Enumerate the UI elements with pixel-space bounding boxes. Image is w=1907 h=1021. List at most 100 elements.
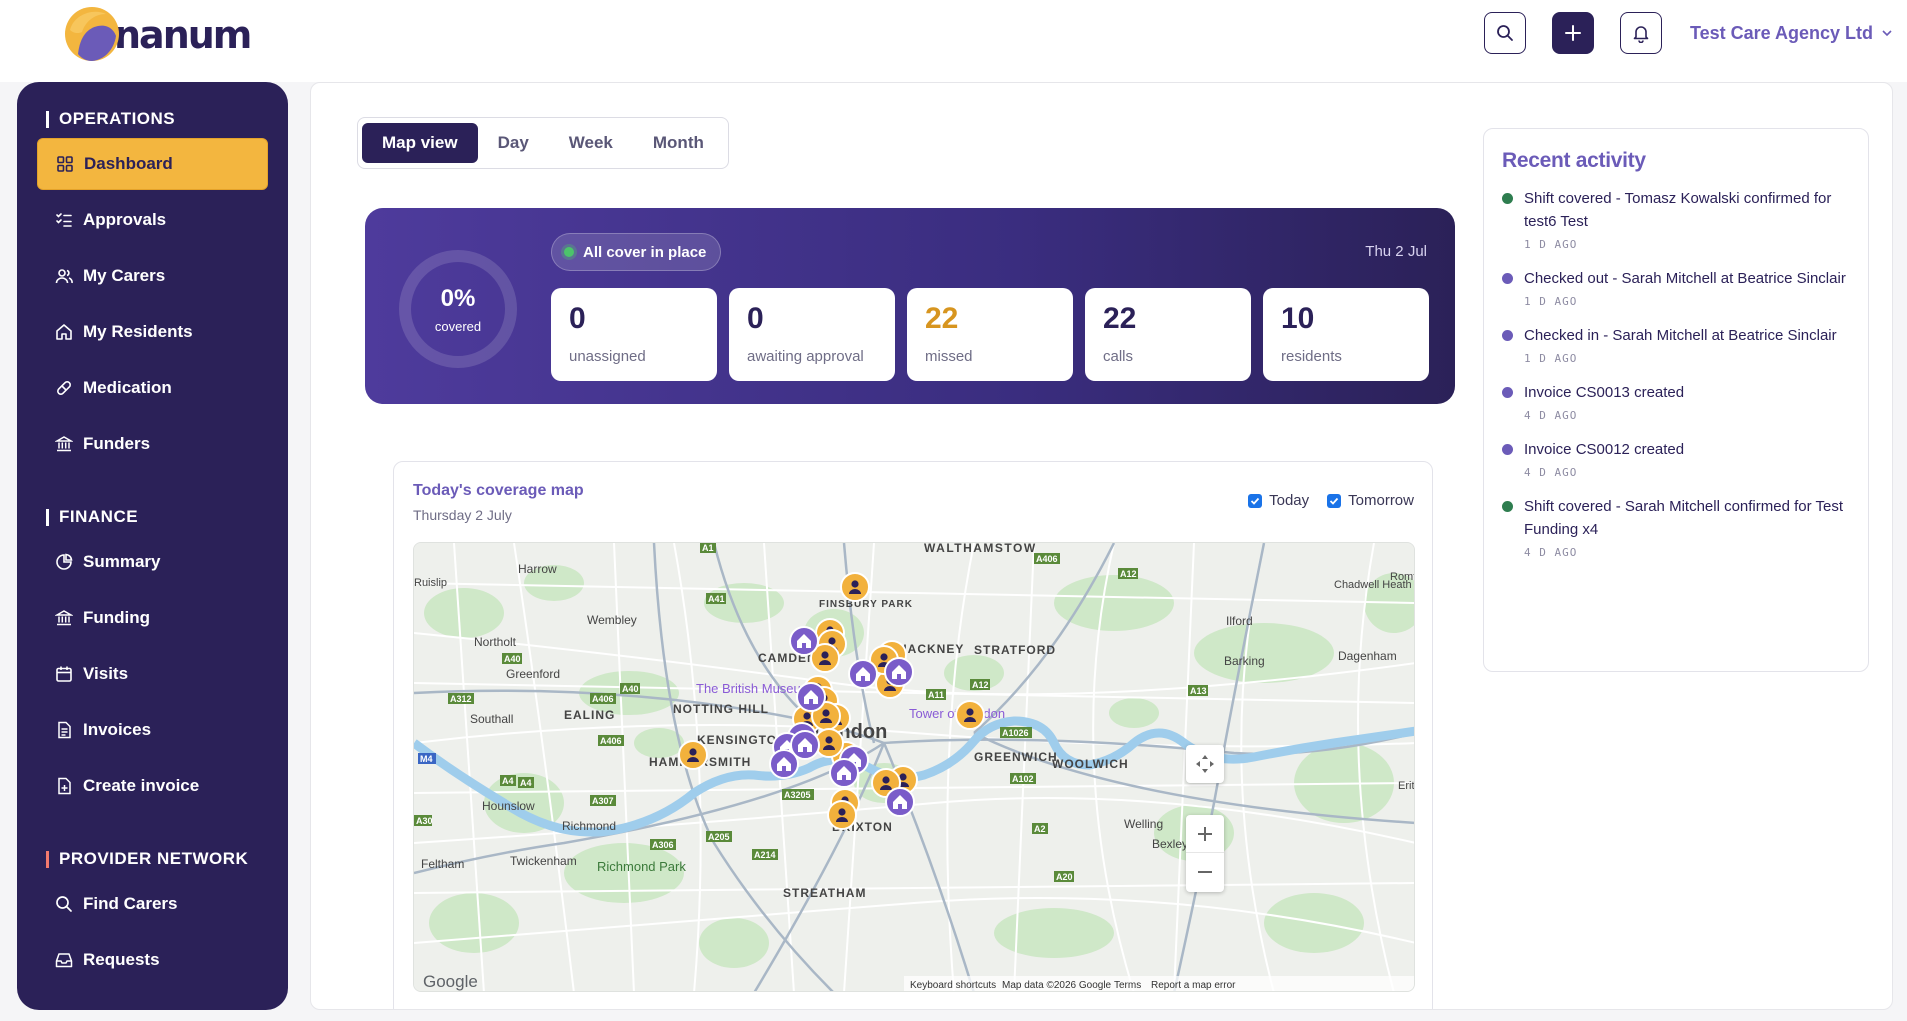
logo-mark-icon: [64, 6, 120, 62]
sidebar-item-funding[interactable]: Funding: [37, 592, 268, 644]
svg-text:Dagenham: Dagenham: [1338, 649, 1397, 663]
carer-marker[interactable]: [678, 740, 708, 770]
sidebar-item-requests[interactable]: Requests: [37, 934, 268, 986]
document-icon: [58, 721, 71, 739]
tab-map-view[interactable]: Map view: [362, 123, 478, 163]
coverage-summary: 0% covered All cover in place Thu 2 Jul …: [365, 208, 1455, 404]
svg-text:WOOLWICH: WOOLWICH: [1052, 757, 1129, 771]
sidebar-item-medication[interactable]: Medication: [37, 362, 268, 414]
stat-missed[interactable]: 22 missed: [907, 288, 1073, 381]
fullscreen-button[interactable]: [1186, 745, 1224, 783]
svg-text:Northolt: Northolt: [474, 635, 517, 649]
svg-text:Romford: Romford: [1390, 571, 1415, 583]
stat-residents[interactable]: 10 residents: [1263, 288, 1429, 381]
sidebar-item-visits[interactable]: Visits: [37, 648, 268, 700]
resident-marker[interactable]: [885, 787, 915, 817]
coverage-map-card: Today's coverage map Thursday 2 July Tod…: [393, 461, 1433, 1009]
carer-marker[interactable]: [827, 800, 857, 830]
carer-marker[interactable]: [955, 700, 985, 730]
resident-marker[interactable]: [790, 730, 820, 760]
svg-text:Terms: Terms: [1114, 980, 1141, 991]
sidebar-item-funders[interactable]: Funders: [37, 418, 268, 470]
svg-text:Erith: Erith: [1398, 780, 1415, 792]
sidebar-item-invoices[interactable]: Invoices: [37, 704, 268, 756]
tab-month[interactable]: Month: [633, 123, 724, 163]
svg-text:A13: A13: [1190, 686, 1207, 696]
svg-text:Ruislip: Ruislip: [414, 577, 447, 589]
svg-text:A1026: A1026: [1002, 728, 1029, 738]
map-canvas[interactable]: WALTHAMSTOW Harrow Chadwell Heath FINSBU…: [414, 543, 1415, 992]
stat-calls[interactable]: 22 calls: [1085, 288, 1251, 381]
zoom-control: [1186, 815, 1224, 892]
sidebar-item-find-carers[interactable]: Find Carers: [37, 878, 268, 930]
document-plus-icon: [58, 777, 71, 795]
sidebar-item-create-invoice[interactable]: Create invoice: [37, 760, 268, 812]
topbar: nanum Test Care Agency Ltd: [0, 0, 1907, 82]
stat-awaiting-approval[interactable]: 0 awaiting approval: [729, 288, 895, 381]
bank-icon: [55, 610, 73, 626]
checkbox-checked-icon[interactable]: [1327, 493, 1342, 508]
filter-today[interactable]: Today: [1248, 492, 1309, 509]
resident-marker[interactable]: [884, 657, 914, 687]
status-dot-icon: [564, 247, 574, 257]
activity-item[interactable]: Invoice CS0012 created 4 D AGO: [1502, 438, 1850, 479]
resident-marker[interactable]: [796, 682, 826, 712]
activity-item[interactable]: Shift covered - Sarah Mitchell confirmed…: [1502, 495, 1850, 559]
svg-text:Twickenham: Twickenham: [510, 854, 577, 868]
svg-text:A41: A41: [708, 594, 725, 604]
recent-activity-panel: Recent activity Shift covered - Tomasz K…: [1483, 128, 1869, 672]
resident-marker[interactable]: [848, 659, 878, 689]
zoom-out-button[interactable]: [1186, 853, 1224, 891]
activity-item[interactable]: Invoice CS0013 created 4 D AGO: [1502, 381, 1850, 422]
resident-marker[interactable]: [829, 758, 859, 788]
stat-unassigned[interactable]: 0 unassigned: [551, 288, 717, 381]
checkbox-checked-icon[interactable]: [1248, 493, 1263, 508]
minus-icon: [1198, 871, 1212, 873]
svg-text:GREENWICH: GREENWICH: [974, 750, 1058, 764]
sidebar-item-approvals[interactable]: Approvals: [37, 194, 268, 246]
tab-week[interactable]: Week: [549, 123, 633, 163]
add-button[interactable]: [1551, 12, 1594, 54]
activity-item[interactable]: Checked in - Sarah Mitchell at Beatrice …: [1502, 324, 1850, 365]
pill-icon: [57, 381, 71, 395]
resident-marker[interactable]: [789, 626, 819, 656]
svg-text:Richmond: Richmond: [562, 819, 616, 833]
svg-text:A4: A4: [502, 776, 514, 786]
activity-dot-icon: [1502, 330, 1513, 341]
agency-switcher[interactable]: Test Care Agency Ltd: [1690, 23, 1893, 44]
coverage-map[interactable]: WALTHAMSTOW Harrow Chadwell Heath FINSBU…: [413, 542, 1415, 992]
filter-tomorrow[interactable]: Tomorrow: [1327, 492, 1414, 509]
recent-activity-title: Recent activity: [1502, 149, 1646, 172]
activity-item[interactable]: Shift covered - Tomasz Kowalski confirme…: [1502, 187, 1850, 251]
tab-day[interactable]: Day: [478, 123, 549, 163]
plus-icon: [1198, 826, 1212, 841]
svg-text:STRATFORD: STRATFORD: [974, 643, 1056, 657]
svg-text:A3205: A3205: [784, 790, 811, 800]
svg-text:A40: A40: [622, 684, 639, 694]
svg-text:A307: A307: [592, 796, 614, 806]
inbox-icon: [55, 953, 73, 968]
top-actions: Test Care Agency Ltd: [1458, 12, 1893, 54]
zoom-in-button[interactable]: [1186, 815, 1224, 853]
map-attribution: Keyboard shortcuts Map data ©2026 Google…: [904, 976, 1414, 991]
sidebar-item-my-residents[interactable]: My Residents: [37, 306, 268, 358]
fullscreen-icon: [1196, 755, 1214, 773]
logo[interactable]: nanum: [64, 6, 252, 62]
carer-marker[interactable]: [840, 572, 870, 602]
sidebar-item-dashboard[interactable]: Dashboard: [37, 138, 268, 190]
status-badge: All cover in place: [551, 233, 722, 271]
activity-item[interactable]: Checked out - Sarah Mitchell at Beatrice…: [1502, 267, 1850, 308]
notifications-button[interactable]: [1619, 12, 1662, 54]
plus-icon: [1564, 25, 1581, 41]
bank-icon: [55, 436, 73, 452]
svg-text:A2: A2: [1034, 824, 1046, 834]
sidebar-item-summary[interactable]: Summary: [37, 536, 268, 588]
search-button[interactable]: [1483, 12, 1526, 54]
svg-text:NOTTING HILL: NOTTING HILL: [673, 702, 769, 716]
svg-text:Feltham: Feltham: [421, 857, 464, 871]
svg-text:M4: M4: [420, 754, 433, 764]
svg-text:Harrow: Harrow: [518, 562, 557, 576]
svg-text:STREATHAM: STREATHAM: [783, 886, 866, 900]
sidebar-item-my-carers[interactable]: My Carers: [37, 250, 268, 302]
operations-nav: Dashboard Approvals My Carers My Residen…: [17, 138, 288, 470]
